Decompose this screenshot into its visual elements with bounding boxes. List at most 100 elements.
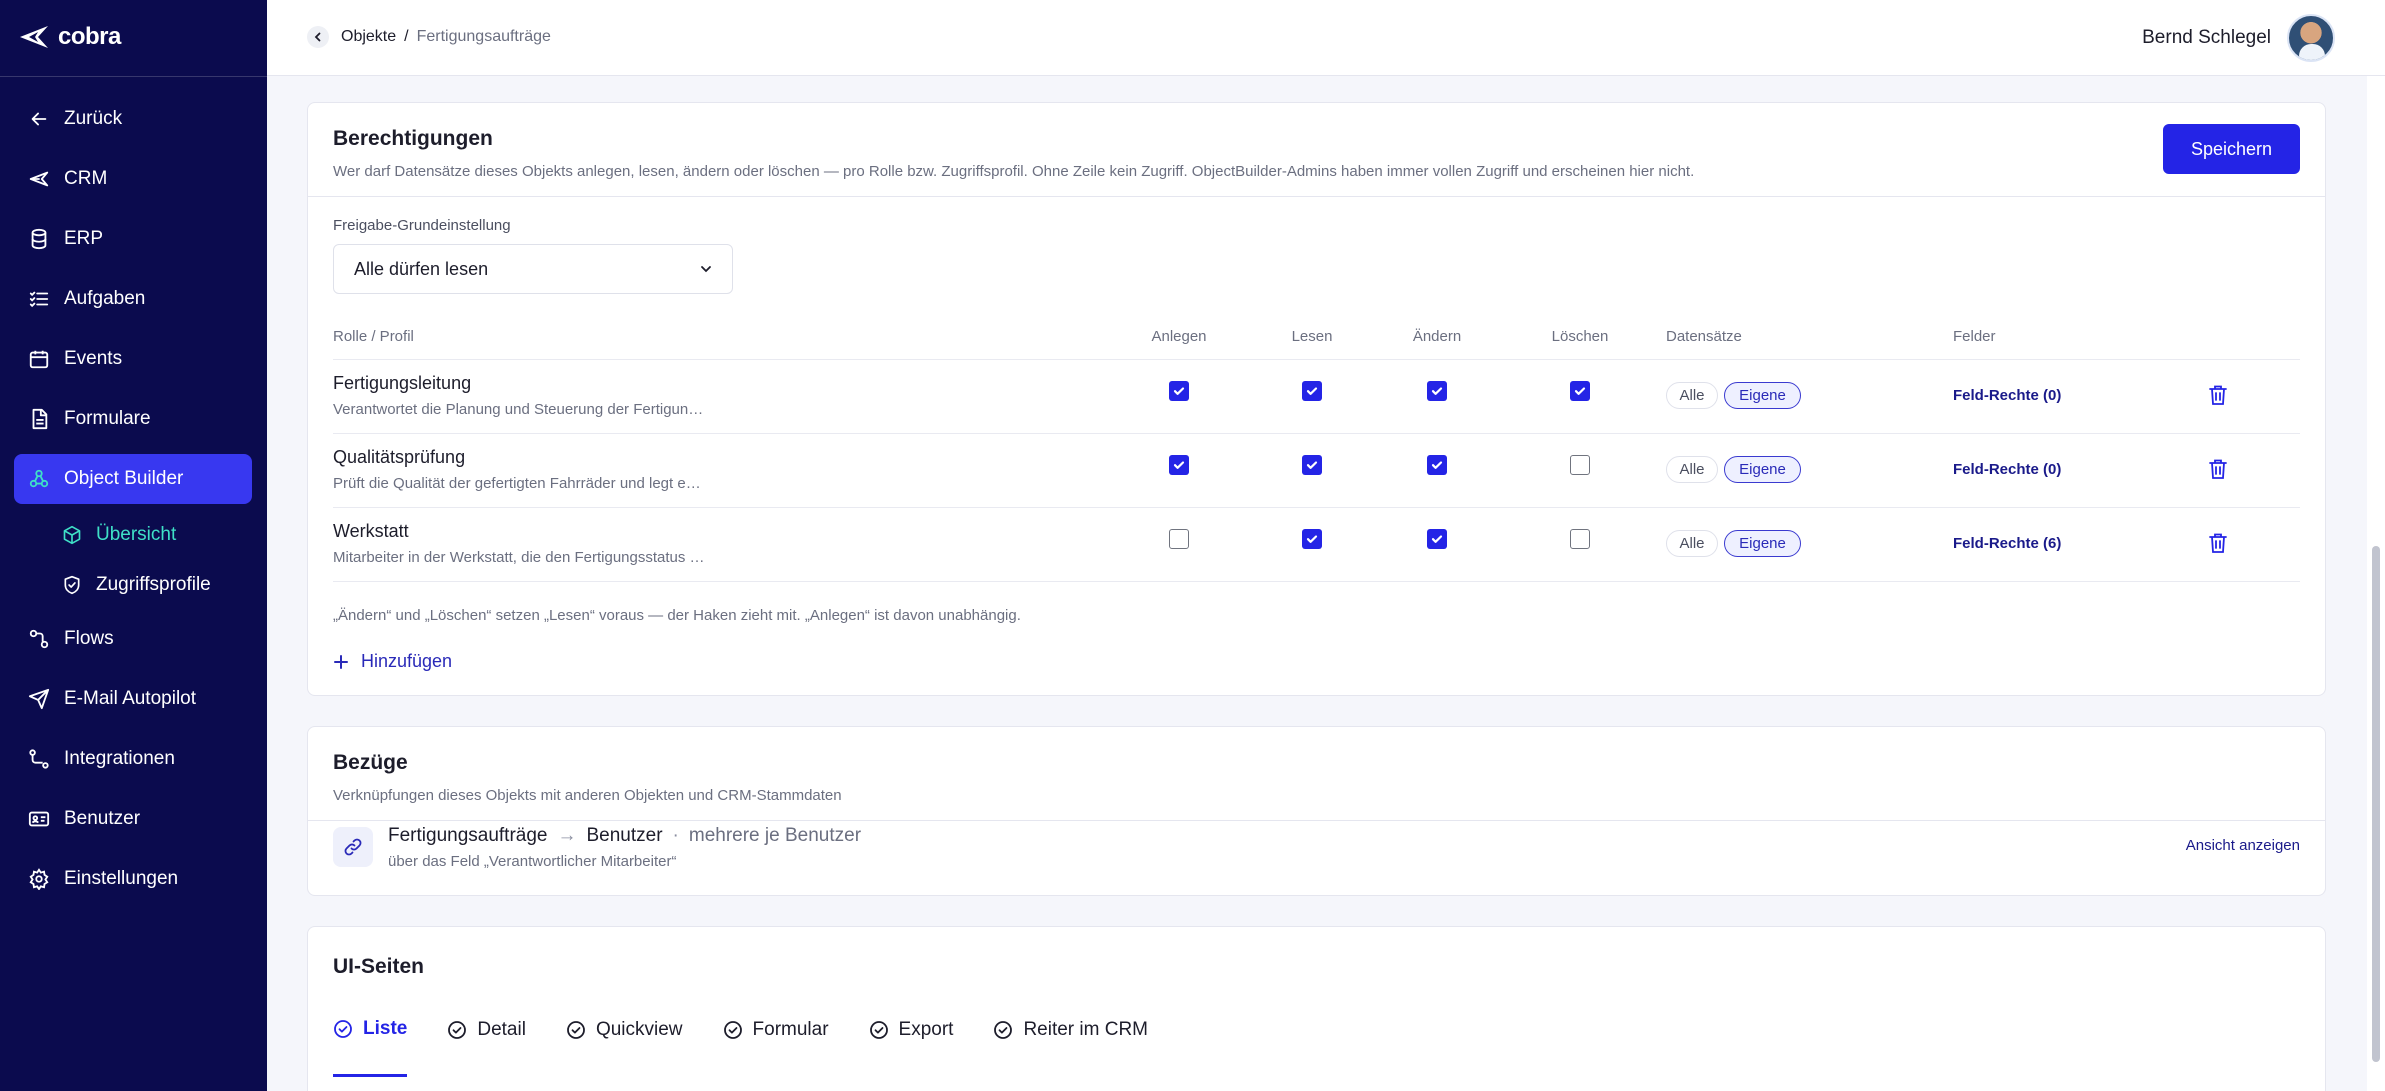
relation-row: Fertigungsaufträge → Benutzer · mehrere …: [333, 819, 2300, 879]
show-view-link[interactable]: Ansicht anzeigen: [2186, 837, 2300, 854]
field-rights-link[interactable]: Feld-Rechte (6): [1953, 535, 2061, 552]
check-icon: [1173, 461, 1185, 469]
check-circle-icon: [994, 1021, 1013, 1039]
field-rights-link[interactable]: Feld-Rechte (0): [1953, 461, 2061, 478]
sidebar-item-zurueck[interactable]: Zurück: [14, 94, 252, 144]
sidebar-item-events[interactable]: Events: [14, 334, 252, 384]
calendar-icon: [29, 350, 49, 369]
checkbox-delete[interactable]: [1570, 381, 1590, 401]
sidebar-item-crm[interactable]: CRM: [14, 154, 252, 204]
add-role-label: Hinzufügen: [361, 651, 453, 671]
database-icon: [31, 228, 47, 250]
sidebar-item-label: E-Mail Autopilot: [64, 688, 197, 709]
default-access-select[interactable]: Alle dürfen lesen: [333, 244, 733, 294]
trash-icon[interactable]: [2208, 384, 2228, 406]
relations-title: Bezüge: [333, 751, 408, 774]
breadcrumb-parent[interactable]: Objekte: [341, 28, 396, 46]
tab-export[interactable]: Export: [869, 1007, 954, 1053]
sidebar-item-object-builder[interactable]: Object Builder: [14, 454, 252, 504]
sidebar-subitem-zugriffsprofile[interactable]: Zugriffsprofile: [14, 564, 252, 606]
tab-quickview[interactable]: Quickview: [566, 1007, 683, 1053]
sidebar-item-flows[interactable]: Flows: [14, 614, 252, 664]
checkbox-update[interactable]: [1427, 381, 1447, 401]
logo-text: cobra: [58, 23, 121, 50]
row-divider: [333, 433, 2300, 434]
sidebar-subitem-uebersicht[interactable]: Übersicht: [14, 514, 252, 556]
tab-formular[interactable]: Formular: [723, 1007, 829, 1053]
avatar[interactable]: [2287, 14, 2335, 62]
add-role-button[interactable]: Hinzufügen: [333, 651, 452, 672]
cobra-logo[interactable]: cobra: [18, 22, 121, 52]
scope-all-chip[interactable]: Alle: [1666, 382, 1718, 409]
link-icon: [333, 827, 373, 867]
scope-all-chip[interactable]: Alle: [1666, 456, 1718, 483]
tab-reiter-im-crm[interactable]: Reiter im CRM: [993, 1007, 1148, 1053]
scope-own-chip[interactable]: Eigene: [1724, 456, 1801, 483]
sidebar-item-integrationen[interactable]: Integrationen: [14, 734, 252, 784]
relations-subtitle: Verknüpfungen dieses Objekts mit anderen…: [333, 787, 842, 804]
relation-source: Fertigungsaufträge: [388, 825, 548, 846]
sidebar-item-einstellungen[interactable]: Einstellungen: [14, 854, 252, 904]
checkbox-read[interactable]: [1302, 381, 1322, 401]
relation-dot: ·: [672, 825, 679, 846]
save-button[interactable]: Speichern: [2163, 124, 2300, 174]
check-circle-icon: [334, 1019, 352, 1038]
column-header-records: Datensätze: [1666, 328, 1742, 345]
check-icon: [1306, 461, 1318, 469]
relations-header: Bezüge Verknüpfungen dieses Objekts mit …: [308, 727, 2325, 821]
checkbox-create[interactable]: [1169, 381, 1189, 401]
tab-detail[interactable]: Detail: [447, 1007, 526, 1053]
relations-card: Bezüge Verknüpfungen dieses Objekts mit …: [307, 726, 2326, 896]
table-divider: [333, 359, 2300, 360]
column-header-create: Anlegen: [1151, 328, 1207, 345]
checkbox-create[interactable]: [1169, 455, 1189, 475]
field-rights-link[interactable]: Feld-Rechte (0): [1953, 387, 2061, 404]
scrollbar[interactable]: [2367, 76, 2385, 1091]
check-icon: [1173, 387, 1185, 395]
sidebar-item-label: Zurück: [64, 108, 123, 129]
arrow-left-icon: [31, 112, 47, 126]
ui-pages-title: UI-Seiten: [333, 955, 425, 978]
trash-icon[interactable]: [2208, 458, 2228, 480]
permissions-title: Berechtigungen: [333, 127, 493, 150]
checkbox-delete[interactable]: [1570, 529, 1590, 549]
checkbox-delete[interactable]: [1570, 455, 1590, 475]
check-circle-icon: [723, 1021, 742, 1039]
checkbox-read[interactable]: [1302, 455, 1322, 475]
scope-all-chip[interactable]: Alle: [1666, 530, 1718, 557]
checkbox-create[interactable]: [1169, 529, 1189, 549]
check-icon: [1574, 387, 1586, 395]
cobra-logo-icon: [20, 26, 48, 48]
sidebar-item-formulare[interactable]: Formulare: [14, 394, 252, 444]
checkbox-read[interactable]: [1302, 529, 1322, 549]
user-name: Bernd Schlegel: [2142, 27, 2271, 48]
sidebar-subitem-label: Übersicht: [96, 524, 177, 545]
check-icon: [1431, 461, 1443, 469]
role-name: Fertigungsleitung: [333, 373, 472, 393]
object-builder-icon: [29, 469, 49, 488]
checkbox-update[interactable]: [1427, 455, 1447, 475]
sidebar-item-email-autopilot[interactable]: E-Mail Autopilot: [14, 674, 252, 724]
scrollbar-thumb[interactable]: [2372, 546, 2380, 1062]
sidebar-item-benutzer[interactable]: Benutzer: [14, 794, 252, 844]
tab-liste[interactable]: Liste: [333, 1007, 408, 1077]
sidebar-item-label: Formulare: [64, 408, 151, 429]
checkbox-update[interactable]: [1427, 529, 1447, 549]
scope-own-chip[interactable]: Eigene: [1724, 382, 1801, 409]
scope-own-chip[interactable]: Eigene: [1724, 530, 1801, 557]
back-button[interactable]: [307, 26, 329, 48]
shield-icon: [64, 575, 80, 595]
user-menu[interactable]: Bernd Schlegel: [2142, 14, 2335, 62]
column-header-read: Lesen: [1291, 328, 1333, 345]
column-header-delete: Löschen: [1551, 328, 1609, 345]
row-divider: [333, 581, 2300, 582]
sidebar-item-erp[interactable]: ERP: [14, 214, 252, 264]
sidebar-item-aufgaben[interactable]: Aufgaben: [14, 274, 252, 324]
row-divider: [333, 507, 2300, 508]
tab-label: Export: [898, 1019, 954, 1040]
trash-icon[interactable]: [2208, 532, 2228, 554]
check-icon: [1306, 535, 1318, 543]
chevron-left-icon: [314, 32, 321, 42]
topbar: Objekte / Fertigungsaufträge Bernd Schle…: [267, 0, 2385, 76]
sidebar: cobra Zurück CRM ERP Aufgaben Events For…: [0, 0, 267, 1091]
